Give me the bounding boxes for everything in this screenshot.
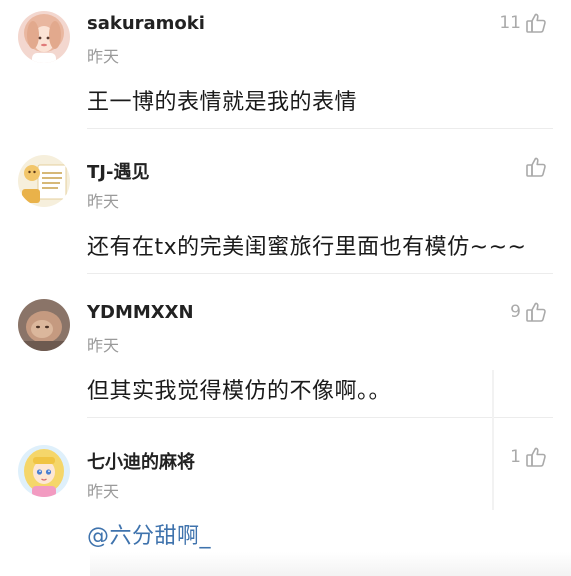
- comment-text: 王一博的表情就是我的表情: [87, 90, 358, 115]
- user-avatar[interactable]: [18, 445, 70, 497]
- like-count: 1: [510, 447, 521, 467]
- comment-list: sakuramoki 昨天 11 王一博的表情就是我的表情 TJ-遇见 昨天 还…: [0, 0, 571, 576]
- anime-girl-avatar-icon: [18, 445, 70, 497]
- comment-time: 昨天: [87, 336, 120, 355]
- username[interactable]: sakuramoki: [87, 13, 205, 34]
- comment-item: sakuramoki 昨天 11 王一博的表情就是我的表情: [0, 0, 571, 130]
- thumbs-up-icon: [526, 157, 546, 177]
- username[interactable]: YDMMXXN: [87, 302, 194, 323]
- comment-time: 昨天: [87, 192, 120, 211]
- divider: [87, 417, 553, 418]
- comment-item: YDMMXXN 昨天 9 但其实我觉得模仿的不像啊。。: [0, 280, 571, 420]
- like-button[interactable]: 11: [499, 12, 547, 34]
- cartoon-note-avatar-icon: [18, 155, 70, 207]
- comment-time: 昨天: [87, 47, 120, 66]
- like-button[interactable]: 9: [510, 301, 547, 323]
- thumbs-up-icon: [526, 447, 546, 467]
- like-count: 11: [499, 13, 521, 33]
- comment-item: TJ-遇见 昨天 还有在tx的完美闺蜜旅行里面也有模仿~~~: [0, 130, 571, 280]
- user-avatar[interactable]: [18, 11, 70, 63]
- thumbs-up-icon: [526, 302, 546, 322]
- mention-link[interactable]: @六分甜啊_: [87, 518, 211, 550]
- comment-text: 还有在tx的完美闺蜜旅行里面也有模仿~~~: [87, 235, 527, 260]
- thumbs-up-icon: [526, 13, 546, 33]
- like-button[interactable]: [521, 156, 547, 178]
- divider: [87, 273, 553, 274]
- girl-avatar-icon: [18, 11, 70, 63]
- scroll-track: [492, 370, 494, 510]
- username[interactable]: 七小迪的麻将: [87, 448, 195, 474]
- user-avatar[interactable]: [18, 299, 70, 351]
- comment-text: 但其实我觉得模仿的不像啊。。: [87, 379, 392, 404]
- like-count: 9: [510, 302, 521, 322]
- comment-time: 昨天: [87, 482, 120, 501]
- divider: [87, 128, 553, 129]
- like-button[interactable]: 1: [510, 446, 547, 468]
- username[interactable]: TJ-遇见: [87, 158, 149, 184]
- user-avatar[interactable]: [18, 155, 70, 207]
- baby-avatar-icon: [18, 299, 70, 351]
- bottom-fade: [90, 552, 571, 576]
